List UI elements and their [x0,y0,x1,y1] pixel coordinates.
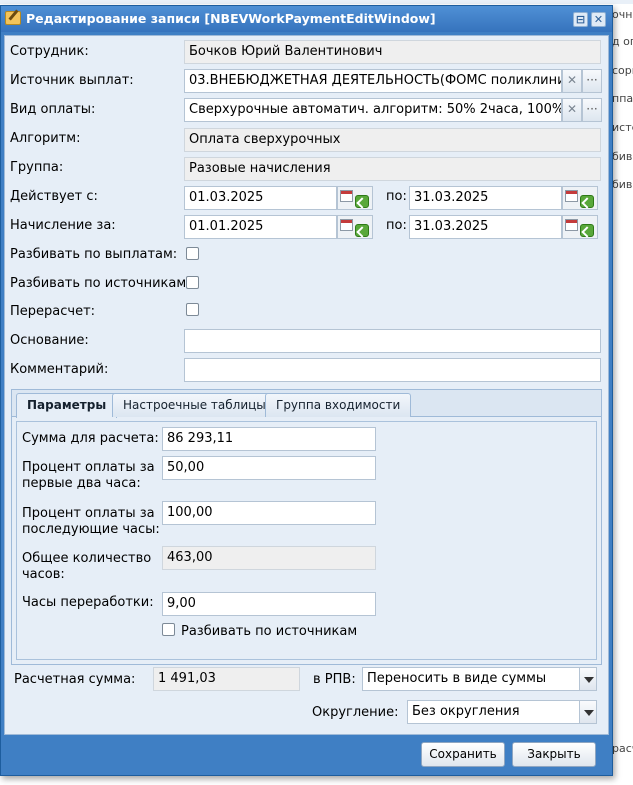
rounding-dropdown-button[interactable] [579,700,597,724]
rpv-combo[interactable]: Переносить в виде суммы [362,667,581,691]
comment-label: Комментарий: [10,362,109,377]
group-field[interactable]: Разовые начисления [184,157,601,181]
valid-from-field[interactable]: 01.03.2025 [184,186,337,210]
calendar-icon [565,219,578,231]
close-button[interactable]: Закрыть [512,742,596,767]
group-label: Группа: [10,160,64,175]
sum-label: Сумма для расчета: [22,431,159,446]
split-by-payments-checkbox[interactable] [186,247,199,260]
window-footer: Сохранить Закрыть [4,735,609,775]
background-text: ппа [612,92,633,105]
split-by-sources-checkbox[interactable] [186,276,199,289]
source-label: Источник выплат: [10,73,134,88]
tab-membership-group[interactable]: Группа входимости [265,393,412,417]
edit-record-window: Редактирование записи [NBEVWorkPaymentEd… [0,5,613,776]
edit-icon [5,11,21,25]
rpv-dropdown-button[interactable] [579,667,597,691]
calc-sum-label: Расчетная сумма: [14,672,136,687]
background-toolbar [0,0,633,4]
background-text: сори [612,64,633,77]
reset-arrow-icon [355,195,369,208]
background-text: исте [612,121,633,134]
payment-type-field[interactable]: Сверхурочные автоматич. алгоритм: 50% 2ч… [184,98,562,122]
overtime-field[interactable]: 9,00 [162,592,376,616]
background-text: бив [612,178,633,191]
accrual-to-calendar-button[interactable] [562,215,598,239]
split-sources-label: Разбивать по источникам [181,624,358,639]
tab-panel: Параметры Настроечные таблицы Группа вхо… [11,389,602,665]
accrual-to-label: по: [386,218,407,233]
rpv-label: в РПВ: [313,672,356,687]
close-window-button[interactable]: ✕ [591,12,606,27]
background-text: очнс [612,8,633,21]
valid-to-label: по: [386,189,407,204]
recalc-label: Перерасчет: [10,304,96,319]
sum-field[interactable]: 86 293,11 [162,427,376,451]
pct-next-field[interactable]: 100,00 [162,501,376,525]
accrual-from-label: Начисление за: [10,218,116,233]
employee-label: Сотрудник: [10,44,89,59]
reset-arrow-icon [355,224,369,237]
valid-to-calendar-button[interactable] [562,186,598,210]
valid-from-calendar-button[interactable] [337,186,373,210]
payment-type-clear-button[interactable]: ✕ [562,98,582,122]
recalc-checkbox[interactable] [186,303,199,316]
payment-type-label: Вид оплаты: [10,102,96,117]
total-hours-field[interactable]: 463,00 [162,546,376,570]
rounding-combo[interactable]: Без округления [407,700,581,724]
background-text: расчет [612,742,633,755]
pct-next-label-line2: последующие часы: [22,522,160,537]
calendar-icon [340,219,353,231]
overtime-label: Часы переработки: [22,595,154,610]
algorithm-field[interactable]: Оплата сверхурочных [184,128,601,152]
accrual-from-calendar-button[interactable] [337,215,373,239]
split-sources-checkbox[interactable] [162,623,175,636]
accrual-to-field[interactable]: 31.03.2025 [409,215,562,239]
valid-to-field[interactable]: 31.03.2025 [409,186,562,210]
pct-first-label: Процент оплаты за [22,460,155,475]
window-titlebar[interactable]: Редактирование записи [NBEVWorkPaymentEd… [1,6,612,32]
pct-first-label-line2: первые два часа: [22,476,141,491]
algorithm-label: Алгоритм: [10,131,81,146]
tab-parameters[interactable]: Параметры [16,393,118,418]
source-select-button[interactable]: ··· [582,69,602,93]
calc-sum-field[interactable]: 1 491,03 [153,667,300,691]
basis-label: Основание: [10,333,89,348]
basis-field[interactable] [184,329,601,353]
accrual-from-field[interactable]: 01.01.2025 [184,215,337,239]
background-text: д оп [612,35,633,48]
window-title: Редактирование записи [NBEVWorkPaymentEd… [26,11,436,26]
tab-strip: Параметры Настроечные таблицы Группа вхо… [12,390,601,418]
split-by-payments-label: Разбивать по выплатам: [10,247,178,262]
calendar-icon [565,190,578,202]
tab-settings-tables[interactable]: Настроечные таблицы [112,393,277,417]
pct-first-field[interactable]: 50,00 [162,456,376,480]
save-button[interactable]: Сохранить [421,742,505,767]
valid-from-label: Действует с: [10,189,98,204]
calendar-icon [340,190,353,202]
source-clear-button[interactable]: ✕ [562,69,582,93]
background-text: бив [612,150,633,163]
split-by-sources-label: Разбивать по источникам: [10,276,191,291]
comment-field[interactable] [184,358,601,382]
reset-arrow-icon [580,195,594,208]
collapse-button[interactable]: ⊟ [573,12,588,27]
total-hours-label: Общее количество [22,551,152,566]
pct-next-label: Процент оплаты за [22,506,155,521]
parameters-panel: Сумма для расчета: 86 293,11 Процент опл… [16,421,597,660]
total-hours-label-line2: часов: [22,567,65,582]
payment-type-select-button[interactable]: ··· [582,98,602,122]
source-field[interactable]: 03.ВНЕБЮДЖЕТНАЯ ДЕЯТЕЛЬНОСТЬ(ФОМС поликл… [184,69,562,93]
form-body: Сотрудник: Бочков Юрий Валентинович Исто… [4,35,609,735]
rounding-label: Округление: [312,705,399,720]
reset-arrow-icon [580,224,594,237]
employee-field[interactable]: Бочков Юрий Валентинович [184,40,601,64]
